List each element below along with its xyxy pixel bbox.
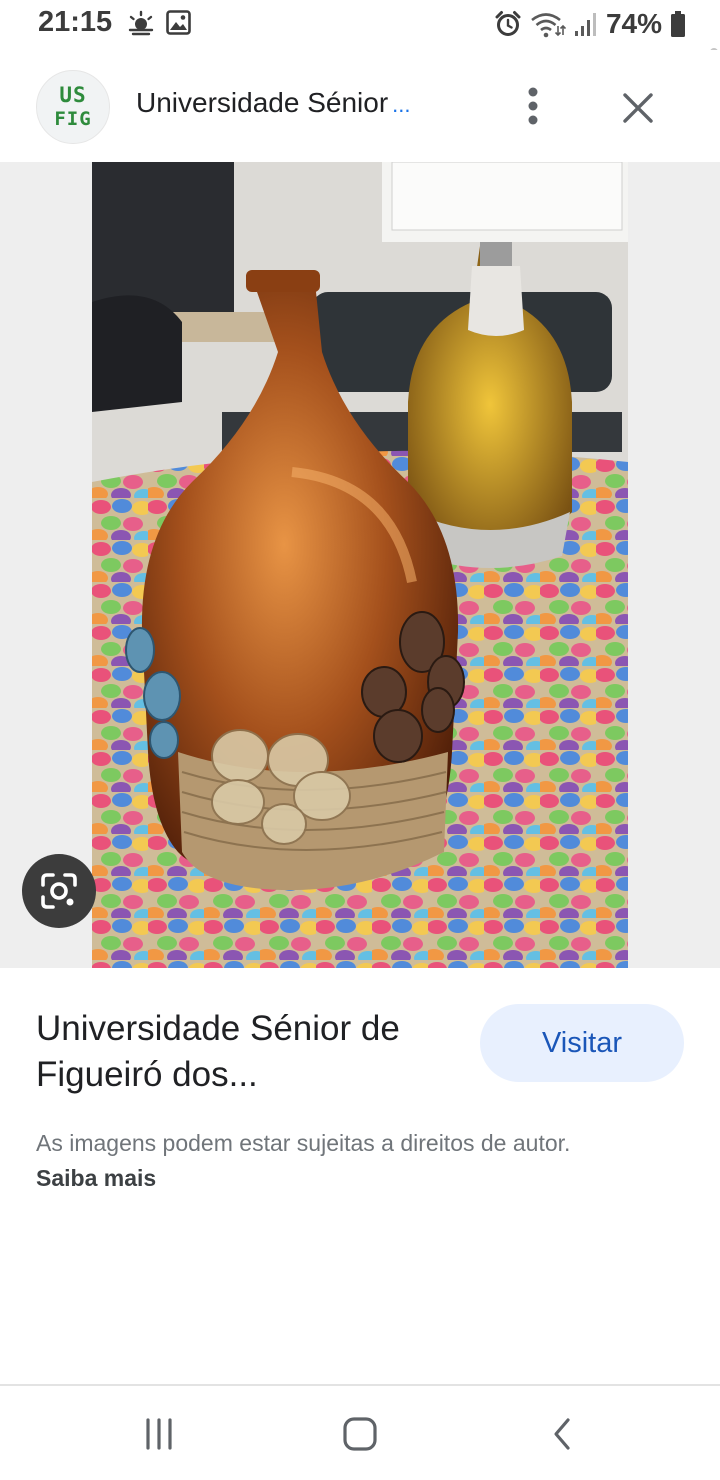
more-options-button[interactable] <box>512 80 554 132</box>
signal-icon <box>574 13 596 36</box>
close-icon <box>623 93 653 123</box>
battery-percent: 74% <box>605 8 662 39</box>
recents-button[interactable] <box>134 1414 184 1454</box>
copyright-text: As imagens podem estar sujeitas a direit… <box>36 1130 571 1156</box>
copyright-notice: As imagens podem estar sujeitas a direit… <box>36 1126 636 1196</box>
visit-button[interactable]: Visitar <box>480 1004 684 1082</box>
gallery-icon <box>166 10 191 35</box>
system-navigation-bar <box>0 1386 720 1480</box>
logo-line-1: US <box>59 83 87 107</box>
wifi-icon <box>531 13 566 38</box>
more-vert-icon <box>528 87 538 125</box>
home-button[interactable] <box>335 1414 385 1454</box>
image-preview-area <box>0 162 720 968</box>
site-title-ellipsis: ... <box>392 92 411 117</box>
site-title[interactable]: Universidade Sénior... <box>136 87 410 119</box>
site-logo[interactable]: US FIG <box>36 70 110 144</box>
battery-icon <box>671 11 685 37</box>
google-lens-button[interactable] <box>22 854 96 928</box>
learn-more-link[interactable]: Saiba mais <box>36 1165 156 1191</box>
alarm-icon <box>495 11 521 36</box>
status-time: 21:15 <box>38 6 113 38</box>
back-button[interactable] <box>537 1414 587 1454</box>
result-title[interactable]: Universidade Sénior de Figueiró dos... <box>36 1006 456 1098</box>
weather-icon <box>128 10 154 36</box>
bottle-photo <box>92 162 628 968</box>
logo-line-2: FIG <box>54 108 92 130</box>
preview-photo[interactable] <box>92 162 628 968</box>
site-title-text: Universidade Sénior <box>136 87 389 118</box>
home-icon <box>343 1417 377 1451</box>
back-icon <box>554 1418 570 1450</box>
recents-icon <box>146 1418 172 1450</box>
image-viewer-header: US FIG Universidade Sénior... <box>0 50 720 162</box>
close-button[interactable] <box>612 82 664 134</box>
status-icons: 74% <box>494 6 686 42</box>
google-lens-icon <box>41 873 77 909</box>
status-bar: 21:15 74% <box>0 0 720 50</box>
